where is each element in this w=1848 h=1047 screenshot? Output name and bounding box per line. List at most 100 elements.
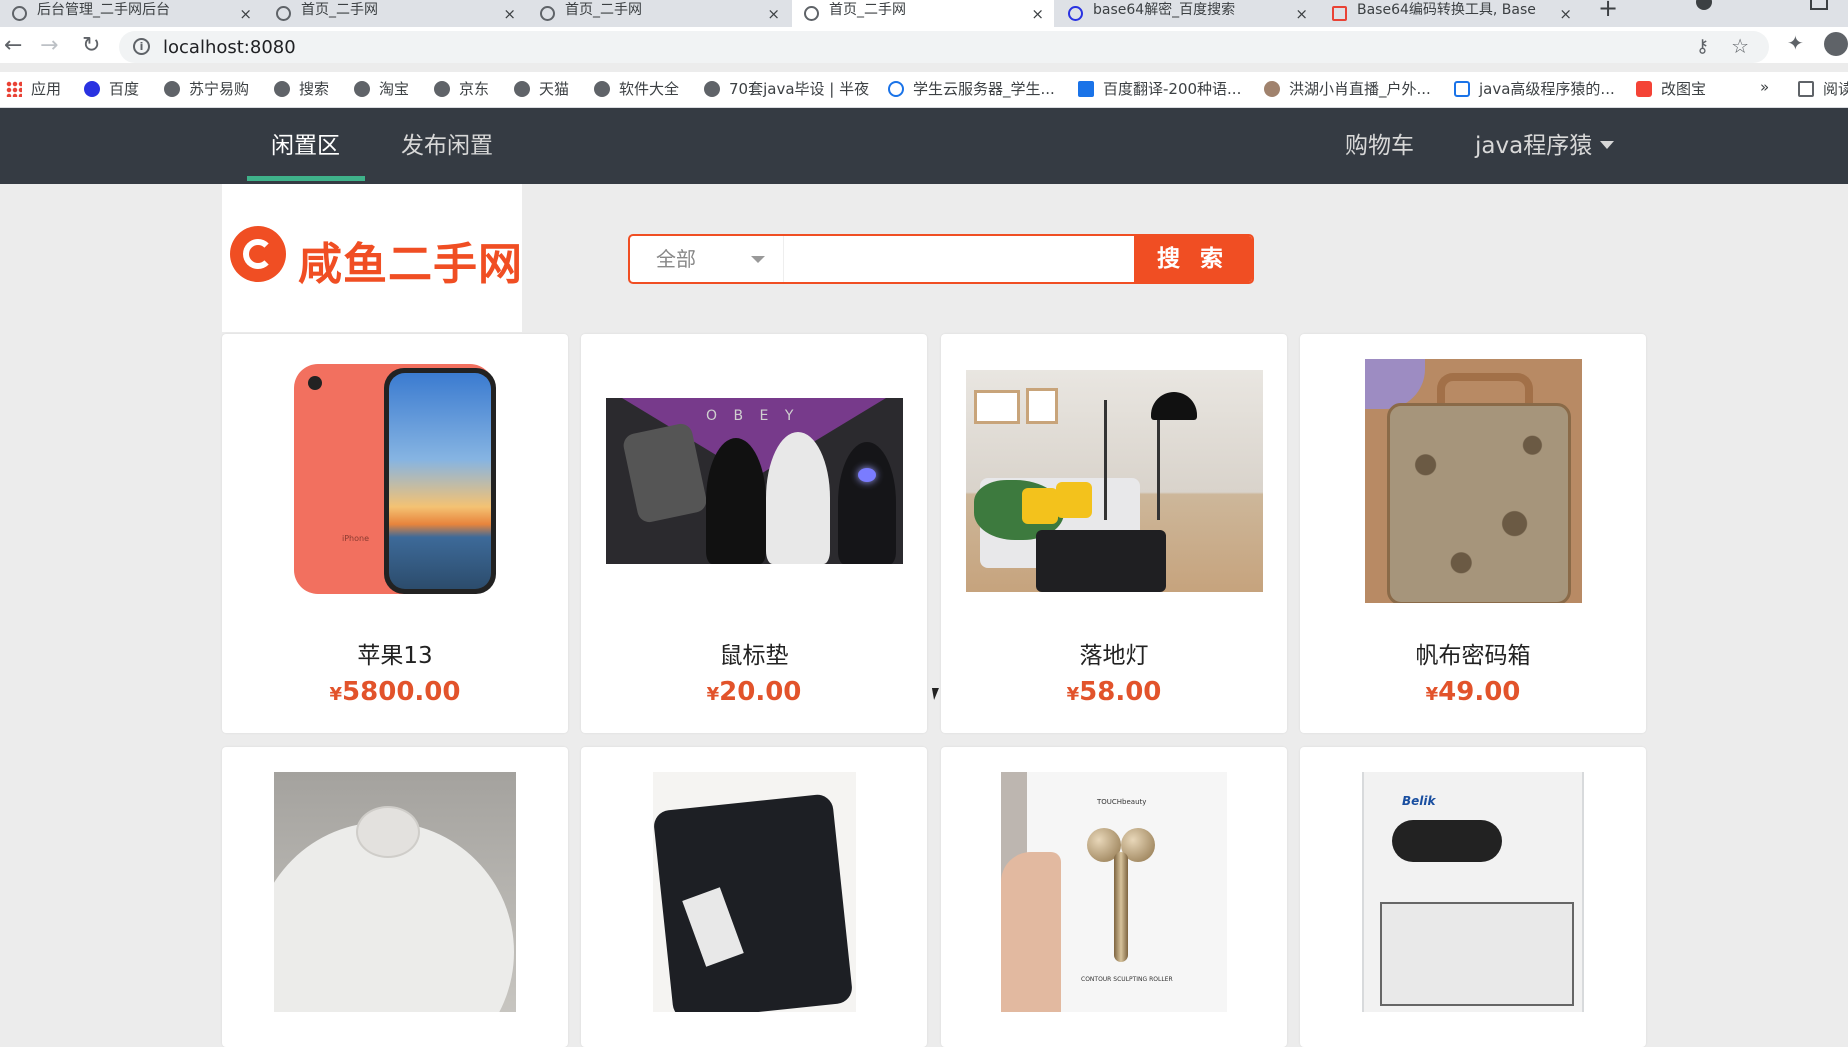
nav-item-cart[interactable]: 购物车 (1345, 108, 1414, 184)
apps-grid-icon (6, 80, 22, 97)
nav-item-publish[interactable]: 发布闲置 (401, 108, 493, 184)
tab-label: Base64编码转换工具, Base (1357, 1, 1536, 18)
product-card[interactable]: 帆布密码箱 ¥49.00 (1300, 334, 1646, 733)
product-card[interactable] (222, 747, 568, 1047)
bookmark-item[interactable]: 京东 (434, 78, 489, 99)
globe-icon (164, 80, 180, 97)
currency-symbol: ¥ (706, 684, 720, 705)
caret-down-icon (1600, 140, 1615, 149)
globe-icon (12, 6, 27, 21)
bookmark-label: 百度翻译-200种语... (1103, 80, 1242, 98)
close-tab-icon[interactable]: × (1031, 5, 1044, 23)
globe-icon (274, 80, 290, 97)
product-card[interactable]: 落地灯 ¥58.00 (941, 334, 1287, 733)
tab-label: 首页_二手网 (301, 1, 378, 18)
close-tab-icon[interactable]: × (1559, 5, 1572, 23)
site-logo[interactable]: 咸鱼二手网 (222, 184, 522, 332)
user-name: java程序猿 (1475, 133, 1593, 159)
back-arrow-icon[interactable]: ← (4, 33, 22, 58)
profile-avatar-icon[interactable] (1824, 32, 1848, 56)
product-card[interactable]: Belik (1300, 747, 1646, 1047)
bookmark-label: 苏宁易购 (189, 80, 250, 98)
browser-tab[interactable]: 后台管理_二手网后台 × (0, 0, 262, 27)
bookmark-item[interactable]: 淘宝 (354, 78, 409, 99)
url-field[interactable]: i localhost:8080 ⚷ ☆ (119, 31, 1769, 63)
globe-icon (540, 6, 555, 21)
mouse-cursor (931, 688, 942, 700)
chevron-down-icon (751, 256, 765, 263)
more-bookmarks-button[interactable]: » (1760, 78, 1769, 96)
browser-tab[interactable]: 首页_二手网 × (528, 0, 790, 27)
price-value: 20.00 (719, 677, 802, 707)
active-nav-underline (247, 176, 365, 181)
product-name: 落地灯 (1079, 643, 1149, 669)
bookmark-label: 淘宝 (379, 80, 410, 98)
browser-tab[interactable]: base64解密_百度搜索 × (1056, 0, 1318, 27)
product-image: TOUCHbeauty CONTOUR SCULPTING ROLLER (1001, 772, 1227, 1012)
bookmark-item[interactable]: 学生云服务器_学生... (888, 78, 1055, 99)
translate-icon (1078, 80, 1094, 97)
address-bar: ← → ↻ i localhost:8080 ⚷ ☆ (0, 27, 1848, 63)
close-tab-icon[interactable]: × (503, 5, 516, 23)
window-maximize-icon[interactable] (1810, 0, 1828, 10)
bookmark-label: 软件大全 (619, 80, 680, 98)
category-select[interactable]: 全部 (630, 236, 784, 282)
search-input[interactable] (785, 236, 1125, 282)
nav-item-idle-zone[interactable]: 闲置区 (271, 108, 340, 184)
browser-tab[interactable]: Base64编码转换工具, Base × (1320, 0, 1582, 27)
bookmark-item[interactable]: 天猫 (514, 78, 569, 99)
bookmark-label: 应用 (31, 80, 62, 98)
bookmark-label: 百度 (109, 80, 140, 98)
product-card[interactable]: iPhone 苹果13 ¥5800.00 (222, 334, 568, 733)
bookmark-item[interactable]: 改图宝 (1636, 78, 1706, 99)
tab-search-icon[interactable] (1696, 0, 1712, 10)
reload-icon[interactable]: ↻ (82, 33, 100, 58)
bookmark-item[interactable]: 百度 (84, 78, 139, 99)
bookmark-item[interactable]: 70套java毕设 | 半夜 (704, 78, 869, 99)
tab-label: 首页_二手网 (829, 1, 906, 18)
roller-caption-text: CONTOUR SCULPTING ROLLER (1081, 976, 1173, 983)
new-tab-button[interactable]: + (1598, 0, 1618, 22)
bookmark-item[interactable]: 百度翻译-200种语... (1078, 78, 1241, 99)
gaitubao-icon (1636, 80, 1652, 97)
globe-icon (804, 6, 819, 21)
browser-tab-active[interactable]: 首页_二手网 × (792, 0, 1054, 27)
bookmark-star-icon[interactable]: ☆ (1731, 34, 1749, 58)
bookmark-label: java高级程序猿的... (1479, 80, 1615, 98)
browser-tab[interactable]: 首页_二手网 × (264, 0, 526, 27)
search-button[interactable]: 搜 索 (1134, 236, 1252, 282)
bookmark-item[interactable]: 软件大全 (594, 78, 679, 99)
reading-list-button[interactable]: 阅读 (1798, 78, 1848, 99)
product-card[interactable] (581, 747, 927, 1047)
browser-tab-strip: 后台管理_二手网后台 × 首页_二手网 × 首页_二手网 × 首页_二手网 × … (0, 0, 1848, 27)
tool-site-icon (1332, 6, 1347, 21)
close-tab-icon[interactable]: × (767, 5, 780, 23)
close-tab-icon[interactable]: × (239, 5, 252, 23)
product-image: Belik (1362, 772, 1584, 1012)
bookmark-item[interactable]: java高级程序猿的... (1454, 78, 1615, 99)
bookmark-apps[interactable]: 应用 (6, 78, 61, 99)
search-bar: 全部 搜 索 (628, 234, 1254, 284)
product-image (966, 370, 1263, 592)
url-text: localhost:8080 (163, 37, 296, 58)
close-tab-icon[interactable]: × (1295, 5, 1308, 23)
site-info-icon[interactable]: i (133, 38, 150, 55)
forward-arrow-icon[interactable]: → (40, 33, 58, 58)
user-menu[interactable]: java程序猿 (1475, 108, 1615, 184)
bookmark-label: 京东 (459, 80, 490, 98)
price-value: 49.00 (1438, 677, 1521, 707)
product-price: ¥58.00 (941, 677, 1287, 707)
password-key-icon[interactable]: ⚷ (1696, 36, 1709, 57)
bookmark-item[interactable]: 洪湖小肖直播_户外... (1264, 78, 1431, 99)
tab-label: 后台管理_二手网后台 (37, 1, 170, 18)
bookmark-item[interactable]: 苏宁易购 (164, 78, 249, 99)
product-card[interactable]: TOUCHbeauty CONTOUR SCULPTING ROLLER (941, 747, 1287, 1047)
globe-icon (514, 80, 530, 97)
product-price: ¥20.00 (581, 677, 927, 707)
product-card[interactable]: O B E Y 鼠标垫 ¥20.00 (581, 334, 927, 733)
extensions-puzzle-icon[interactable]: ✦ (1787, 31, 1804, 55)
tab-label: base64解密_百度搜索 (1093, 1, 1236, 18)
bookmark-item[interactable]: 搜索 (274, 78, 329, 99)
globe-icon (704, 80, 720, 97)
cloud-icon (888, 80, 904, 97)
